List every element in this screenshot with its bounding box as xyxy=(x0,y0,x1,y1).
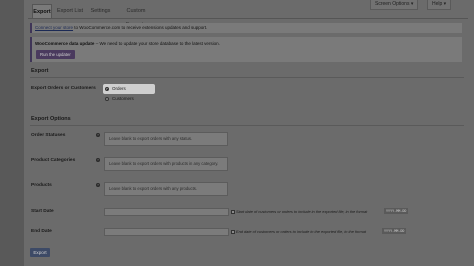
screen-options-button[interactable]: Screen Options ▾ xyxy=(370,0,419,10)
orders-highlight xyxy=(103,84,155,94)
options-divider xyxy=(30,125,464,126)
help-icon: ? xyxy=(96,133,100,137)
run-updater-button[interactable]: Run the updater xyxy=(36,50,75,59)
export-button[interactable]: Export xyxy=(30,248,50,257)
tab-export-list[interactable]: Export List xyxy=(55,4,85,18)
tab-settings[interactable]: Settings xyxy=(88,4,113,18)
end-date-format: YYYY-MM-DD xyxy=(382,228,407,234)
export-type-label: Export Orders or Customers xyxy=(31,86,96,91)
customers-radio[interactable] xyxy=(105,97,109,101)
orders-radio-label: Orders xyxy=(112,86,126,91)
help-button[interactable]: Help ▾ xyxy=(427,0,452,10)
start-date-label: Start Date xyxy=(31,209,54,214)
order-statuses-label: Order Statuses xyxy=(31,133,66,138)
start-date-format: YYYY-MM-DD xyxy=(384,208,409,214)
help-icon: ? xyxy=(96,183,100,187)
start-date-input[interactable] xyxy=(104,208,229,216)
connect-store-link[interactable]: Connect your store xyxy=(35,25,73,30)
start-date-checkbox[interactable] xyxy=(231,210,235,214)
tab-divider xyxy=(28,18,468,19)
orders-radio[interactable] xyxy=(105,87,109,91)
export-options-title: Export Options xyxy=(31,116,71,122)
products-select[interactable]: Leave blank to export orders with any pr… xyxy=(104,182,228,196)
main-content: Screen Options ▾ Help ▾ Export Export Li… xyxy=(24,0,474,266)
order-statuses-select[interactable]: Leave blank to export orders with any st… xyxy=(104,132,228,146)
end-date-checkbox[interactable] xyxy=(231,230,235,234)
start-date-description: Start date of customers or orders to inc… xyxy=(236,209,368,214)
connect-store-notice: Connect your store to WooCommerce.com to… xyxy=(30,23,462,33)
export-section-title: Export xyxy=(31,68,49,74)
data-update-notice: WooCommerce data update – We need to upd… xyxy=(30,37,462,62)
products-label: Products xyxy=(31,183,52,188)
end-date-label: End Date xyxy=(31,229,52,234)
product-categories-label: Product Categories xyxy=(31,158,76,163)
data-update-text: – We need to update your store database … xyxy=(94,41,220,46)
section-divider xyxy=(30,77,464,78)
tab-export[interactable]: Export xyxy=(32,4,52,18)
product-categories-select[interactable]: Leave blank to export orders with produc… xyxy=(104,157,228,171)
data-update-title: WooCommerce data update xyxy=(35,41,95,46)
tab-custom-formats[interactable]: Custom Formats xyxy=(116,4,156,28)
end-date-description: End date of customers or orders to inclu… xyxy=(236,229,366,234)
connect-store-text: to WooCommerce.com to receive extensions… xyxy=(73,25,208,30)
customers-radio-label: Customers xyxy=(112,96,134,101)
help-icon: ? xyxy=(96,158,100,162)
end-date-input[interactable] xyxy=(104,228,229,236)
admin-sidebar xyxy=(0,0,24,266)
